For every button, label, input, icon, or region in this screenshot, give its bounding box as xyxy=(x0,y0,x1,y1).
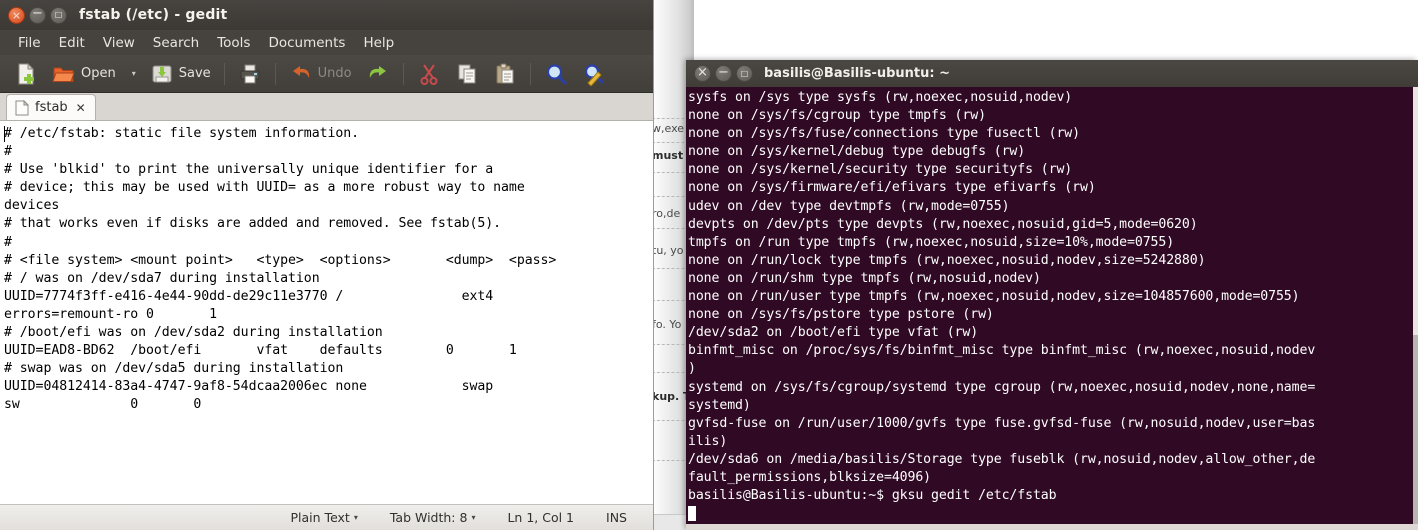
menu-view[interactable]: View xyxy=(94,33,144,53)
terminal-cursor-line xyxy=(688,505,1418,523)
redo-button[interactable] xyxy=(360,59,396,89)
gedit-menubar: File Edit View Search Tools Documents He… xyxy=(0,30,653,55)
language-label: Plain Text xyxy=(290,510,350,525)
minimize-icon[interactable]: − xyxy=(715,65,732,82)
redo-arrow-icon xyxy=(366,62,390,86)
tab-width-selector[interactable]: Tab Width: 8 ▾ xyxy=(374,510,492,525)
minimize-icon[interactable]: − xyxy=(29,6,46,24)
undo-label: Undo xyxy=(317,66,352,81)
menu-file[interactable]: File xyxy=(9,33,50,53)
scrollbar-thumb[interactable] xyxy=(1413,335,1418,530)
gedit-window[interactable]: × − □ fstab (/etc) - gedit File Edit Vie… xyxy=(0,0,654,530)
menu-documents[interactable]: Documents xyxy=(259,33,354,53)
gedit-tabbar: fstab ✕ xyxy=(0,93,653,121)
chevron-down-icon: ▾ xyxy=(353,513,358,522)
scissors-icon xyxy=(417,62,441,86)
menu-search[interactable]: Search xyxy=(144,33,208,53)
close-icon[interactable]: × xyxy=(694,65,711,82)
maximize-icon[interactable]: □ xyxy=(736,65,753,82)
terminal-scrollbar[interactable] xyxy=(1413,87,1418,530)
language-selector[interactable]: Plain Text ▾ xyxy=(275,510,374,525)
menu-help[interactable]: Help xyxy=(354,33,403,53)
toolbar-separator xyxy=(529,62,531,85)
close-icon[interactable]: × xyxy=(8,6,25,24)
terminal-bottom-edge xyxy=(686,524,1418,530)
shell-prompt: basilis@Basilis-ubuntu:~$ xyxy=(688,488,892,504)
toolbar-separator xyxy=(274,62,276,85)
new-document-icon xyxy=(14,62,38,86)
gedit-titlebar[interactable]: × − □ fstab (/etc) - gedit xyxy=(0,0,653,30)
clipboard-paste-icon xyxy=(493,62,517,86)
terminal-window[interactable]: × − □ basilis@Basilis-ubuntu: ~ sysfs on… xyxy=(686,60,1418,530)
chevron-down-icon: ▾ xyxy=(131,69,136,78)
text-caret xyxy=(4,126,5,142)
screen: w,exe must d ro,de tu, yo fo. Yo kup. T … xyxy=(0,0,1418,530)
gedit-window-controls: × − □ xyxy=(8,6,67,24)
replace-button[interactable] xyxy=(576,59,612,89)
gedit-text-area[interactable]: # /etc/fstab: static file system informa… xyxy=(0,121,653,504)
new-document-button[interactable] xyxy=(8,59,44,89)
save-label: Save xyxy=(178,66,211,81)
copy-icon xyxy=(455,62,479,86)
menu-edit[interactable]: Edit xyxy=(50,33,94,53)
search-icon xyxy=(544,62,568,86)
open-label: Open xyxy=(81,66,116,81)
fstab-content[interactable]: # /etc/fstab: static file system informa… xyxy=(4,125,653,415)
tab-width-label: Tab Width: 8 xyxy=(389,510,468,525)
terminal-command: gksu gedit /etc/fstab xyxy=(891,488,1057,504)
open-dropdown-button[interactable]: ▾ xyxy=(124,59,142,89)
menu-tools[interactable]: Tools xyxy=(208,33,259,53)
terminal-cursor xyxy=(688,506,696,522)
terminal-window-title: basilis@Basilis-ubuntu: ~ xyxy=(764,66,950,81)
cut-button[interactable] xyxy=(411,59,447,89)
undo-arrow-icon xyxy=(289,62,313,86)
save-disk-icon xyxy=(150,62,174,86)
tab-close-icon[interactable]: ✕ xyxy=(76,101,86,115)
terminal-titlebar[interactable]: × − □ basilis@Basilis-ubuntu: ~ xyxy=(686,60,1418,87)
cursor-position: Ln 1, Col 1 xyxy=(507,510,575,525)
tab-fstab[interactable]: fstab ✕ xyxy=(6,94,96,120)
chevron-down-icon: ▾ xyxy=(471,513,476,522)
document-icon xyxy=(15,99,29,116)
terminal-output: sysfs on /sys type sysfs (rw,noexec,nosu… xyxy=(688,90,1316,485)
insert-mode: INS xyxy=(606,510,627,525)
copy-button[interactable] xyxy=(449,59,485,89)
terminal-body[interactable]: sysfs on /sys type sysfs (rw,noexec,nosu… xyxy=(686,87,1418,530)
terminal-prompt-line: basilis@Basilis-ubuntu:~$ gksu gedit /et… xyxy=(688,487,1418,505)
gedit-window-title: fstab (/etc) - gedit xyxy=(79,7,228,23)
printer-icon xyxy=(238,62,262,86)
print-button[interactable] xyxy=(232,59,268,89)
toolbar-separator xyxy=(402,62,404,85)
find-button[interactable] xyxy=(538,59,574,89)
toolbar-separator xyxy=(223,62,225,85)
maximize-icon[interactable]: □ xyxy=(50,6,67,24)
gedit-toolbar: Open ▾ Save Undo xyxy=(0,55,653,93)
find-replace-icon xyxy=(582,62,606,86)
gedit-statusbar: Plain Text ▾ Tab Width: 8 ▾ Ln 1, Col 1 … xyxy=(0,504,653,530)
undo-button[interactable]: Undo xyxy=(283,59,358,89)
paste-button[interactable] xyxy=(487,59,523,89)
open-button[interactable]: Open xyxy=(46,59,122,89)
save-button[interactable]: Save xyxy=(144,59,217,89)
terminal-window-controls: × − □ xyxy=(694,65,753,82)
folder-open-icon xyxy=(52,62,76,86)
tab-label: fstab xyxy=(35,100,68,115)
